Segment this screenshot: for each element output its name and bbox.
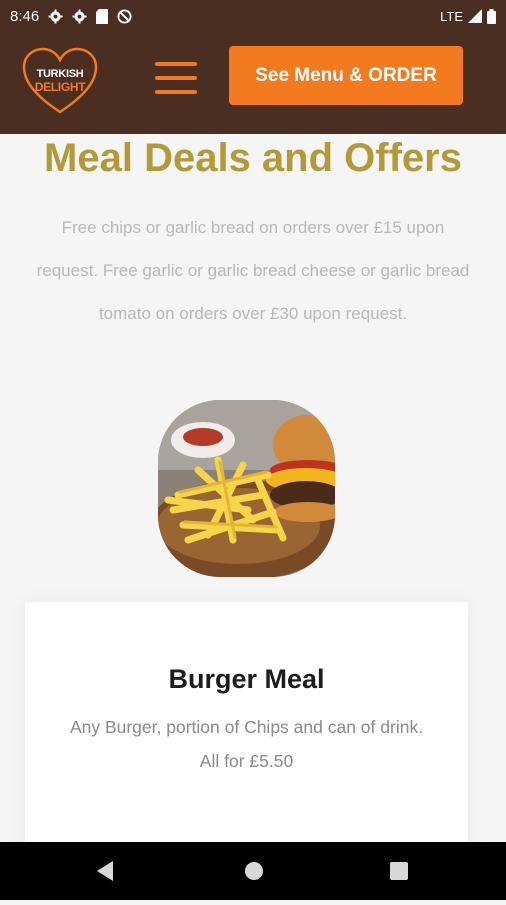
menu-bar [155, 90, 197, 94]
menu-bar [155, 76, 197, 80]
logo-line-2: DELIGHT [34, 80, 86, 94]
home-icon[interactable] [224, 842, 284, 900]
back-icon[interactable] [76, 842, 136, 900]
sd-card-icon [96, 8, 109, 24]
deal-title: Burger Meal [168, 664, 325, 694]
network-label: LTE [440, 8, 463, 24]
page-title: Meal Deals and Offers [44, 136, 462, 180]
menu-bar [155, 62, 197, 66]
burger-and-fries-photo [158, 400, 335, 577]
turkish-delight-logo[interactable]: TURKISH DELIGHT [22, 46, 98, 116]
see-menu-order-button[interactable]: See Menu & ORDER [229, 46, 463, 105]
offers-description: Free chips or garlic bread on orders ove… [36, 218, 470, 323]
settings-icon [48, 8, 63, 24]
settings-icon [72, 8, 87, 24]
hamburger-menu-icon[interactable] [155, 62, 197, 94]
deal-card[interactable]: Burger Meal Any Burger, portion of Chips… [25, 602, 468, 862]
status-bar: 8:46 LTE [0, 0, 506, 32]
logo-line-1: TURKISH [36, 68, 84, 80]
signal-icon [468, 9, 482, 23]
status-time: 8:46 [10, 7, 40, 25]
no-disturb-icon [117, 8, 132, 24]
navigation-bar [0, 842, 506, 900]
deal-description: Any Burger, portion of Chips and can of … [69, 717, 424, 771]
battery-icon [487, 8, 496, 24]
recents-icon[interactable] [369, 842, 429, 900]
site-header: TURKISH DELIGHT See Menu & ORDER [0, 32, 506, 134]
